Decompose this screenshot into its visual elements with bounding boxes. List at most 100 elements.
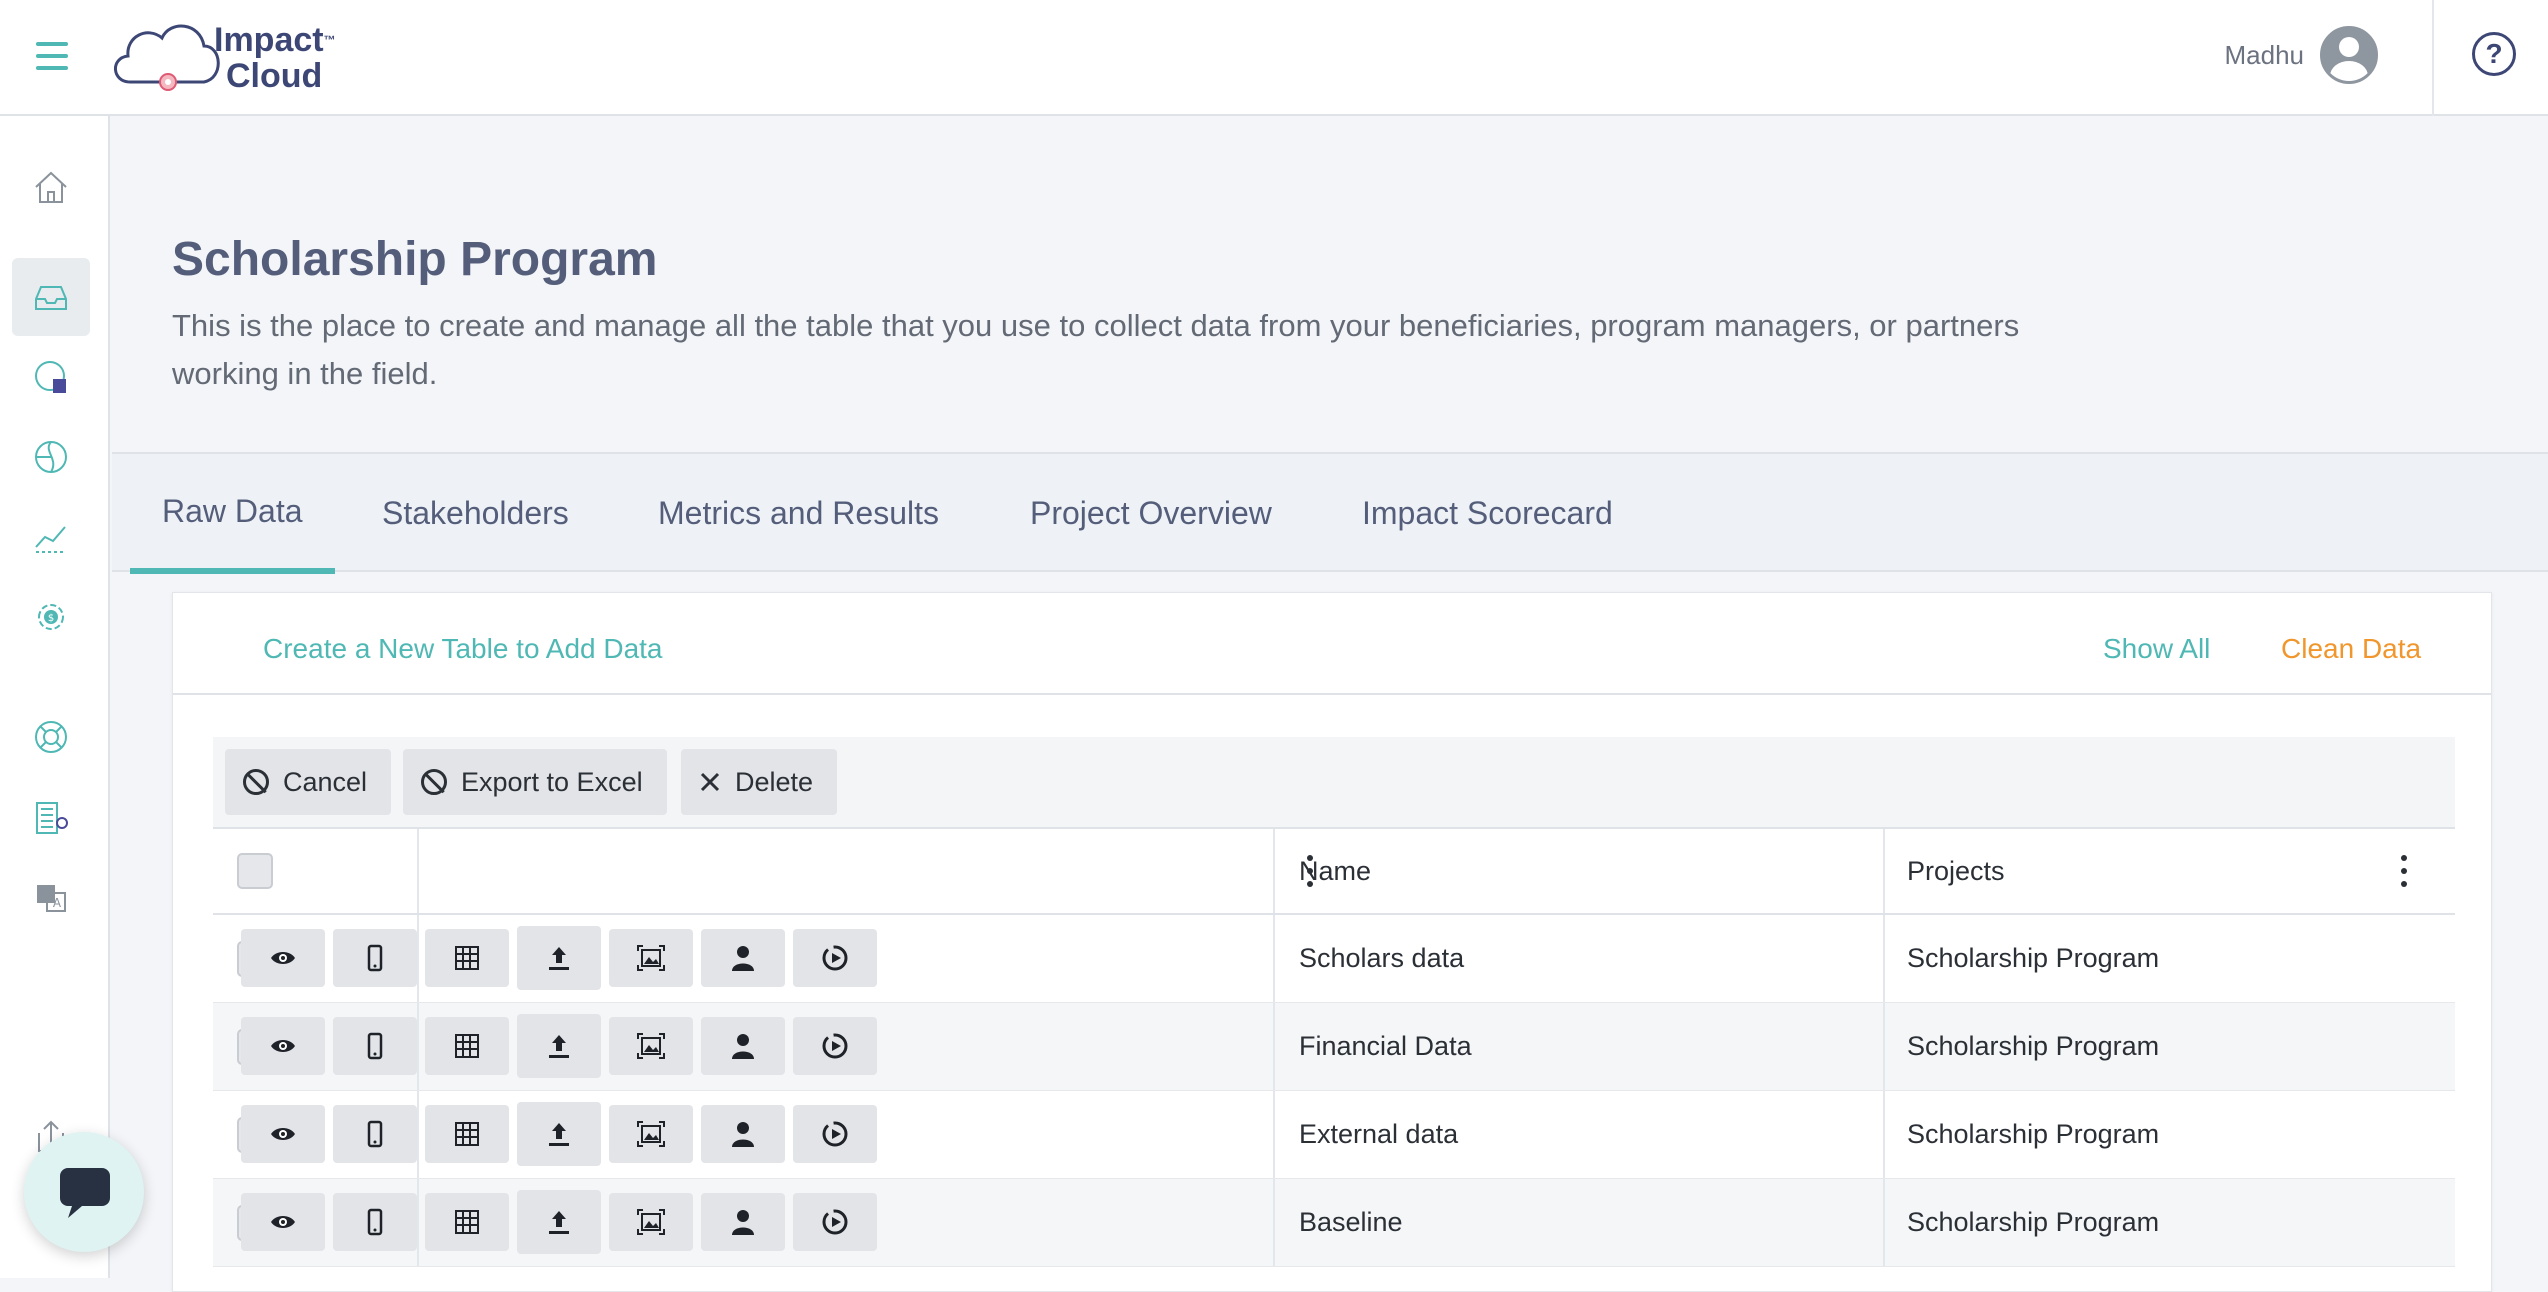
- image-button[interactable]: [609, 1017, 693, 1075]
- tab-impact-scorecard[interactable]: Impact Scorecard: [1362, 454, 1613, 572]
- column-header-projects[interactable]: Projects: [1907, 829, 2005, 913]
- column-divider: [1883, 1091, 1885, 1178]
- grid-icon: [455, 1122, 479, 1146]
- row-name: External data: [1299, 1119, 1459, 1149]
- sidebar-item-inbox[interactable]: [12, 258, 90, 336]
- person-button[interactable]: [701, 1105, 785, 1163]
- sidebar-item-analytics[interactable]: [12, 498, 90, 576]
- play-button[interactable]: [793, 1193, 877, 1251]
- create-table-link[interactable]: Create a New Table to Add Data: [263, 633, 663, 665]
- cancel-label: Cancel: [283, 766, 368, 797]
- play-circle-icon: [822, 945, 848, 971]
- upload-button[interactable]: [517, 926, 601, 990]
- page-description: This is the place to create and manage a…: [172, 308, 2020, 391]
- tab-raw-data[interactable]: Raw Data: [130, 454, 335, 574]
- sidebar-item-globe[interactable]: [12, 418, 90, 496]
- person-button[interactable]: [701, 1017, 785, 1075]
- pie-chart-icon: [35, 361, 66, 393]
- table-row[interactable]: Scholars data Scholarship Program: [213, 915, 2455, 1003]
- dollar-cycle-icon: $: [38, 604, 64, 630]
- sidebar-item-language[interactable]: A: [12, 858, 90, 936]
- play-button[interactable]: [793, 929, 877, 987]
- logo-tm: ™: [323, 33, 336, 47]
- mobile-form-button[interactable]: [333, 1017, 417, 1075]
- chat-widget-button[interactable]: [24, 1132, 144, 1252]
- image-button[interactable]: [609, 1193, 693, 1251]
- person-button[interactable]: [701, 929, 785, 987]
- page-title: Scholarship Program: [172, 233, 658, 286]
- cloud-logo-icon: [114, 24, 220, 91]
- clean-data-link[interactable]: Clean Data: [2281, 633, 2421, 665]
- play-button[interactable]: [793, 1105, 877, 1163]
- avatar-icon[interactable]: [2320, 26, 2378, 84]
- mobile-icon: [367, 1032, 383, 1060]
- name-column-menu-icon[interactable]: [1307, 855, 1315, 887]
- mobile-form-button[interactable]: [333, 929, 417, 987]
- grid-view-button[interactable]: [425, 1105, 509, 1163]
- sidebar-item-finance[interactable]: $: [12, 578, 90, 656]
- tab-stakeholders[interactable]: Stakeholders: [382, 454, 569, 572]
- help-icon[interactable]: ?: [2472, 32, 2516, 76]
- table-row[interactable]: Financial Data Scholarship Program: [213, 1003, 2455, 1091]
- person-button[interactable]: [701, 1193, 785, 1251]
- top-bar: Impact™ Cloud Madhu ?: [0, 0, 2548, 116]
- view-button[interactable]: [241, 1017, 325, 1075]
- column-divider: [1273, 1179, 1275, 1266]
- grid-view-button[interactable]: [425, 929, 509, 987]
- column-divider: [1883, 915, 1885, 1002]
- tab-project-overview[interactable]: Project Overview: [1030, 454, 1272, 572]
- hamburger-menu-icon[interactable]: [26, 30, 78, 82]
- play-circle-icon: [822, 1209, 848, 1235]
- ban-icon: [243, 769, 269, 795]
- table-row[interactable]: External data Scholarship Program: [213, 1091, 2455, 1179]
- play-button[interactable]: [793, 1017, 877, 1075]
- sidebar-item-support[interactable]: [12, 698, 90, 776]
- tab-metrics-and-results[interactable]: Metrics and Results: [658, 454, 939, 572]
- table-row[interactable]: Baseline Scholarship Program: [213, 1179, 2455, 1267]
- row-actions: [241, 1190, 877, 1254]
- export-label: Export to Excel: [461, 766, 643, 797]
- view-button[interactable]: [241, 929, 325, 987]
- upload-button[interactable]: [517, 1014, 601, 1078]
- eye-icon: [271, 1128, 295, 1140]
- sidebar-item-home[interactable]: [12, 148, 90, 226]
- grid-icon: [455, 1034, 479, 1058]
- column-divider: [1273, 915, 1275, 1002]
- image-button[interactable]: [609, 1105, 693, 1163]
- impact-cloud-logo[interactable]: Impact™ Cloud: [108, 12, 348, 98]
- projects-column-menu-icon[interactable]: [2401, 855, 2409, 887]
- grid-view-button[interactable]: [425, 1017, 509, 1075]
- sidebar-item-organization[interactable]: [12, 778, 90, 856]
- column-divider: [1883, 829, 1885, 913]
- data-tables-card: Create a New Table to Add Data Show All …: [172, 592, 2492, 1292]
- image-icon: [637, 945, 665, 971]
- ban-icon: [421, 769, 447, 795]
- inbox-icon: [35, 286, 67, 310]
- tab-bar: Raw Data Stakeholders Metrics and Result…: [112, 452, 2548, 574]
- sidebar-item-reports[interactable]: [12, 338, 90, 416]
- grid-icon: [455, 1210, 479, 1234]
- play-circle-icon: [822, 1121, 848, 1147]
- image-button[interactable]: [609, 929, 693, 987]
- view-button[interactable]: [241, 1105, 325, 1163]
- mobile-form-button[interactable]: [333, 1193, 417, 1251]
- upload-button[interactable]: [517, 1190, 601, 1254]
- delete-button[interactable]: Delete: [681, 749, 838, 815]
- person-icon: [732, 946, 754, 971]
- show-all-link[interactable]: Show All: [2103, 633, 2210, 665]
- cancel-button[interactable]: Cancel: [225, 749, 392, 815]
- grid-view-button[interactable]: [425, 1193, 509, 1251]
- row-project: Scholarship Program: [1907, 1119, 2160, 1149]
- select-all-checkbox[interactable]: [237, 853, 273, 889]
- view-button[interactable]: [241, 1193, 325, 1251]
- logo-line-2: Cloud: [226, 57, 323, 95]
- user-name: Madhu: [2224, 39, 2305, 70]
- row-actions: [241, 1102, 877, 1166]
- trend-line-icon: [35, 526, 66, 553]
- upload-button[interactable]: [517, 1102, 601, 1166]
- mobile-form-button[interactable]: [333, 1105, 417, 1163]
- card-header: Create a New Table to Add Data Show All …: [173, 593, 2491, 695]
- logo-text: Impact™ Cloud: [214, 22, 336, 94]
- export-excel-button[interactable]: Export to Excel: [403, 749, 667, 815]
- user-menu[interactable]: Madhu: [2224, 26, 2378, 84]
